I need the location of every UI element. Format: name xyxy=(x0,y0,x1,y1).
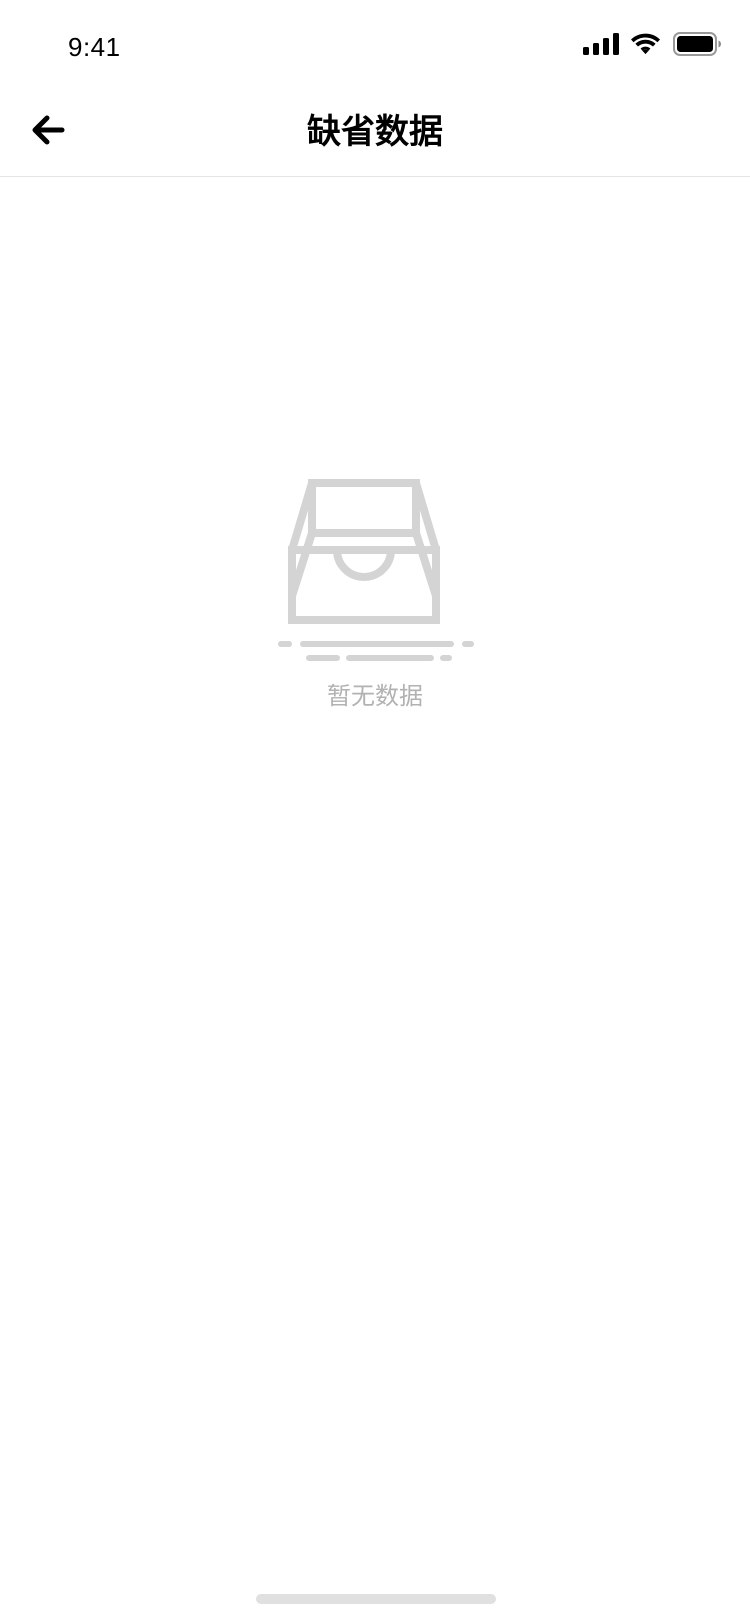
wifi-icon xyxy=(630,33,661,60)
nav-bar: 缺省数据 xyxy=(0,88,750,177)
signal-icon xyxy=(583,32,619,60)
screen: 9:41 缺省数据 暂无数据 xyxy=(0,0,750,1624)
arrow-left-icon xyxy=(31,114,65,151)
back-button[interactable] xyxy=(22,106,74,158)
inbox-tray-icon xyxy=(275,478,475,667)
page-title: 缺省数据 xyxy=(307,113,443,151)
empty-message: 暂无数据 xyxy=(327,683,423,710)
status-icons xyxy=(583,31,722,61)
battery-icon xyxy=(673,31,722,61)
status-time: 9:41 xyxy=(68,32,121,62)
empty-state: 暂无数据 xyxy=(0,478,750,713)
status-bar: 9:41 xyxy=(0,0,750,88)
home-indicator[interactable] xyxy=(256,1594,496,1604)
